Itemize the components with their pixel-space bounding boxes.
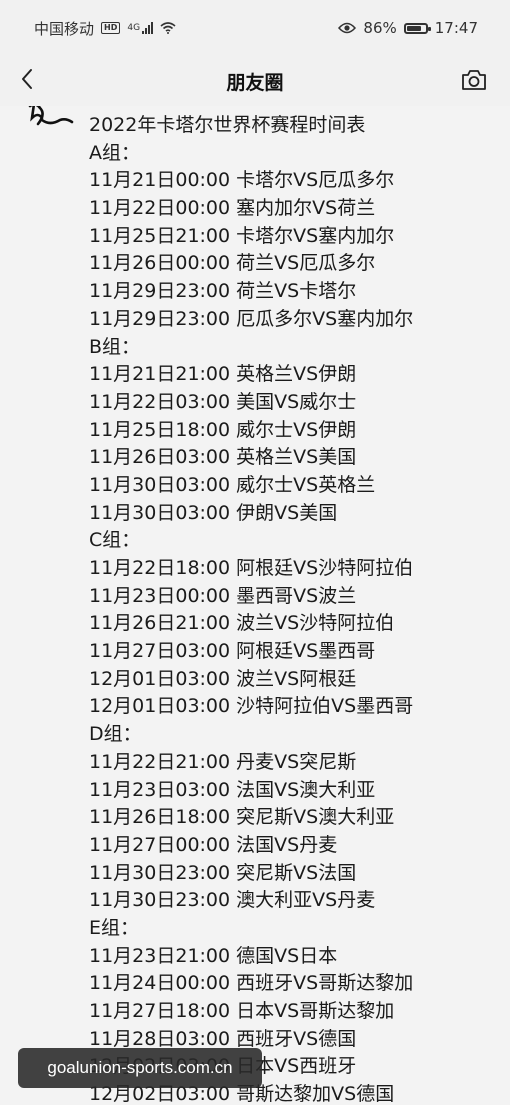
schedule-line: D组： <box>89 723 142 746</box>
schedule-line: 11月26日03:00 英格兰VS美国 <box>89 446 357 469</box>
schedule-line: 11月30日23:00 突尼斯VS法国 <box>89 861 357 884</box>
hd-badge: HD <box>101 22 121 34</box>
schedule-line: 11月27日18:00 日本VS哥斯达黎加 <box>89 1000 395 1022</box>
schedule-line: 11月30日23:00 澳大利亚VS丹麦 <box>89 889 376 912</box>
nav-bar: 朋友圈 <box>0 56 510 106</box>
schedule-line: 12月01日03:00 沙特阿拉伯VS墨西哥 <box>89 695 414 718</box>
camera-icon[interactable] <box>460 68 488 92</box>
status-time: 17:47 <box>434 19 478 37</box>
schedule-text: 2022年卡塔尔世界杯赛程时间表 A组： 11月21日00:00 卡塔尔VS厄瓜多尔… <box>89 112 499 1105</box>
schedule-line: 2022年卡塔尔世界杯赛程时间表 <box>89 114 366 136</box>
schedule-line: 11月21日21:00 英格兰VS伊朗 <box>89 363 357 386</box>
schedule-line: 11月23日03:00 法国VS澳大利亚 <box>89 778 376 801</box>
chevron-left-icon[interactable] <box>16 67 40 91</box>
schedule-line: C组： <box>89 529 141 552</box>
schedule-line: 11月29日23:00 荷兰VS卡塔尔 <box>89 280 357 303</box>
schedule-line: 11月27日03:00 阿根廷VS墨西哥 <box>89 640 376 663</box>
schedule-line: 11月26日00:00 荷兰VS厄瓜多尔 <box>89 252 376 275</box>
network-label: 4G <box>127 23 141 33</box>
status-right: 86% 17:47 <box>338 19 478 37</box>
schedule-line: 11月23日00:00 墨西哥VS波兰 <box>89 584 357 607</box>
schedule-line: B组： <box>89 335 141 358</box>
avatar-doodle <box>28 106 74 126</box>
signal-icon <box>142 22 154 34</box>
schedule-line: E组： <box>89 916 140 939</box>
schedule-line: 11月22日21:00 丹麦VS突尼斯 <box>89 750 357 773</box>
battery-icon <box>403 22 431 34</box>
wifi-icon <box>160 22 176 34</box>
schedule-line: A组： <box>89 141 140 164</box>
schedule-line: 11月24日00:00 西班牙VS哥斯达黎加 <box>89 972 414 995</box>
schedule-line: 11月30日03:00 威尔士VS英格兰 <box>89 473 376 496</box>
battery-percent: 86% <box>363 19 397 37</box>
watermark: goalunion-sports.com.cn <box>18 1048 262 1088</box>
eye-icon <box>338 22 357 34</box>
schedule-line: 11月25日18:00 威尔士VS伊朗 <box>89 418 357 441</box>
status-bar: 中国移动 HD 4G 86% 17:47 <box>0 0 510 56</box>
page-title: 朋友圈 <box>226 71 284 94</box>
schedule-line: 11月26日21:00 波兰VS沙特阿拉伯 <box>89 612 395 635</box>
schedule-line: 11月29日23:00 厄瓜多尔VS塞内加尔 <box>89 307 414 330</box>
post-content: 2022年卡塔尔世界杯赛程时间表 A组： 11月21日00:00 卡塔尔VS厄瓜多尔… <box>0 106 510 1105</box>
schedule-line: 11月21日00:00 卡塔尔VS厄瓜多尔 <box>89 169 395 192</box>
status-left: 中国移动 HD 4G <box>34 18 176 39</box>
schedule-line: 11月26日18:00 突尼斯VS澳大利亚 <box>89 806 395 829</box>
schedule-line: 11月23日21:00 德国VS日本 <box>89 944 338 967</box>
schedule-line: 11月22日00:00 塞内加尔VS荷兰 <box>89 197 376 220</box>
schedule-line: 11月22日03:00 美国VS威尔士 <box>89 390 357 413</box>
schedule-line: 11月22日18:00 阿根廷VS沙特阿拉伯 <box>89 557 414 579</box>
schedule-line: 11月30日03:00 伊朗VS美国 <box>89 501 338 524</box>
carrier-label: 中国移动 <box>34 19 95 38</box>
schedule-line: 12月01日03:00 波兰VS阿根廷 <box>89 667 357 690</box>
schedule-line: 11月25日21:00 卡塔尔VS塞内加尔 <box>89 224 395 247</box>
schedule-line: 11月27日00:00 法国VS丹麦 <box>89 833 338 856</box>
